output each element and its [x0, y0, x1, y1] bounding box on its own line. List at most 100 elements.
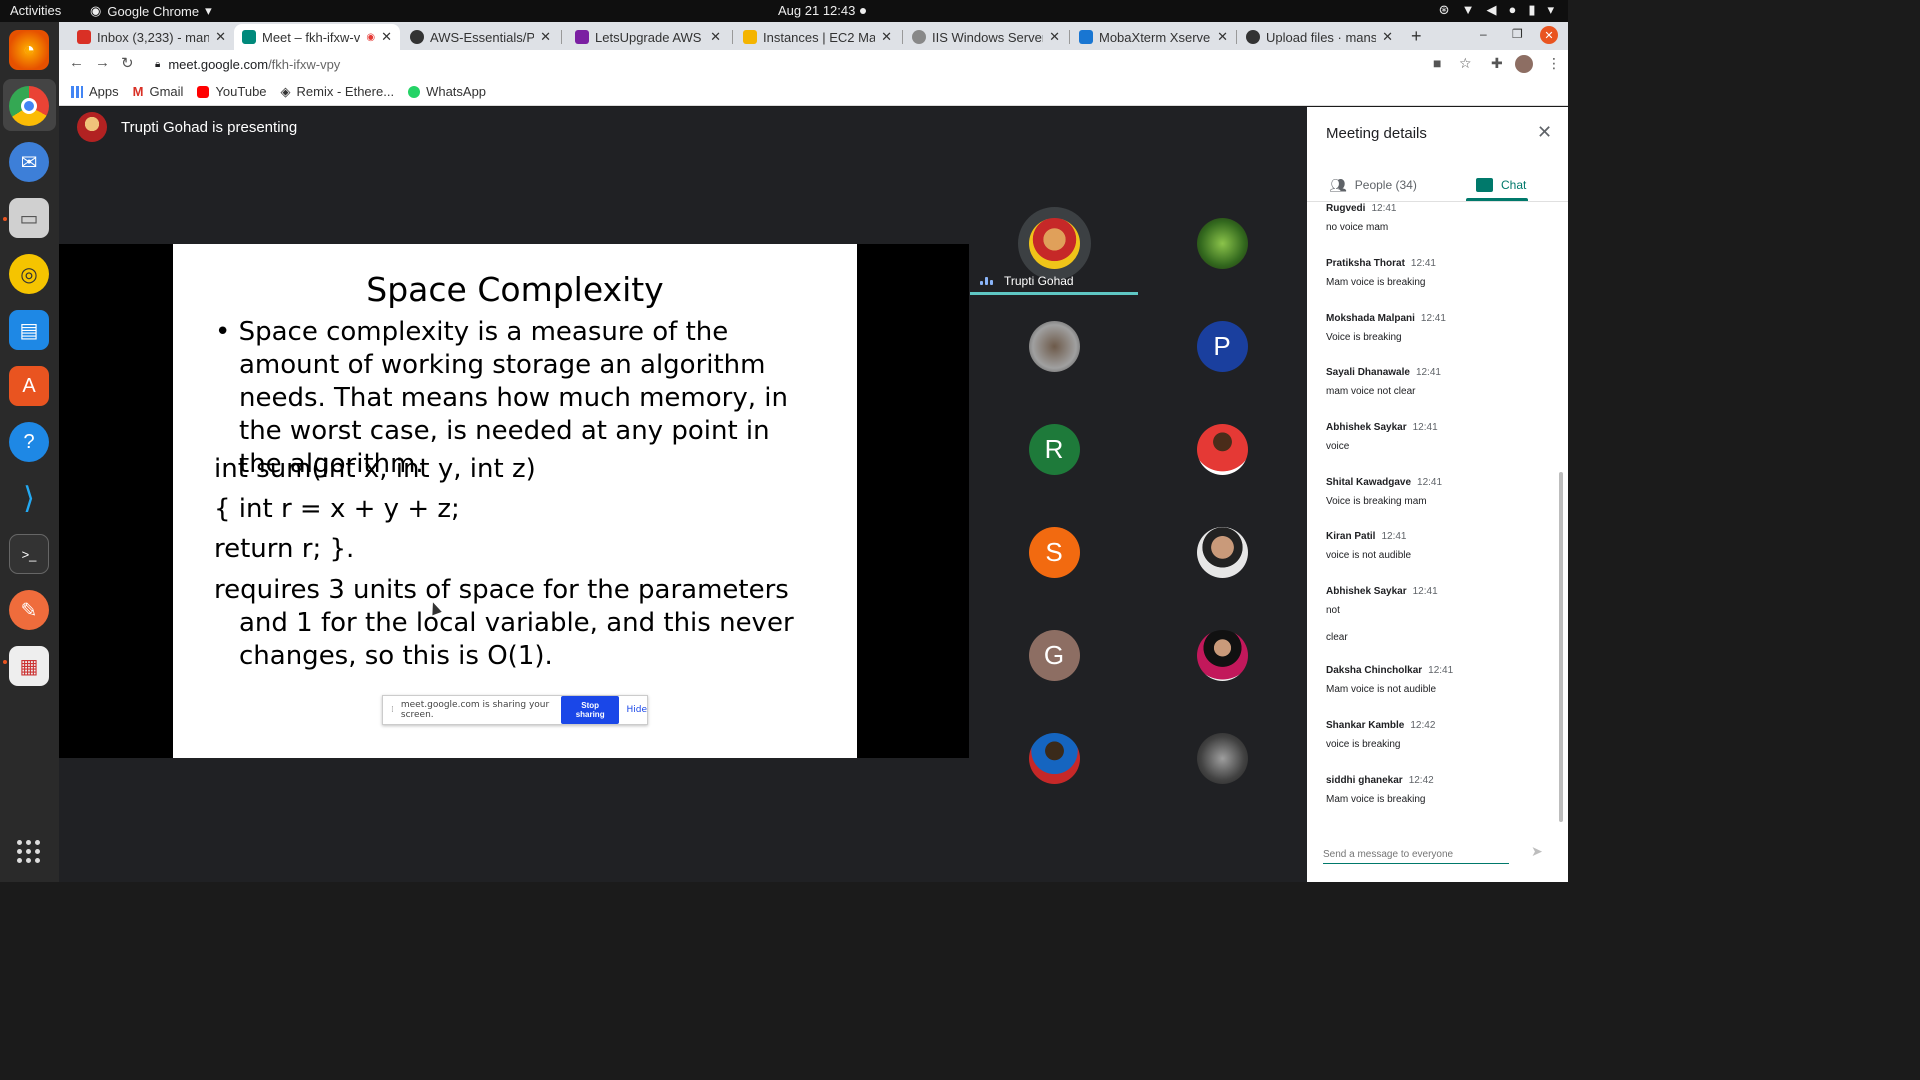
participant-avatar — [1196, 218, 1248, 269]
tab-letsupgrade[interactable]: LetsUpgrade AWS E ✕ — [567, 24, 729, 50]
participant-tile[interactable] — [1138, 604, 1306, 707]
bookmark-gmail[interactable]: M Gmail — [133, 84, 184, 99]
bookmark-youtube[interactable]: YouTube — [197, 84, 267, 99]
bookmark-star-icon[interactable]: ☆ — [1459, 55, 1472, 72]
tab-people[interactable]: 👥︎ People (34) — [1329, 170, 1417, 200]
people-tab-label: People (34) — [1354, 178, 1417, 192]
chat-message-input[interactable] — [1323, 849, 1509, 860]
vscode-icon[interactable]: ⟩ — [9, 478, 49, 518]
people-icon: 👥︎ — [1329, 176, 1347, 193]
participant-tile[interactable] — [970, 707, 1138, 810]
chat-message: Shital Kawadgave 12:41 Voice is breaking … — [1326, 477, 1556, 507]
close-window-icon[interactable]: ✕ — [1540, 26, 1558, 44]
forward-icon[interactable]: → — [95, 54, 110, 71]
close-panel-icon[interactable]: ✕ — [1537, 122, 1552, 143]
camera-icon[interactable]: ■ — [1433, 55, 1441, 71]
activities-button[interactable]: Activities — [10, 3, 61, 18]
tab-close-icon[interactable]: ✕ — [1049, 29, 1060, 45]
bookmark-whatsapp[interactable]: WhatsApp — [408, 84, 486, 99]
tab-close-icon[interactable]: ✕ — [1217, 29, 1228, 45]
participant-grid: Trupti Gohad P R S G — [970, 192, 1307, 810]
send-icon[interactable]: ➤ — [1531, 843, 1543, 860]
message-time: 12:41 — [1410, 258, 1436, 269]
participant-avatar — [1196, 527, 1248, 578]
tab-gmail[interactable]: Inbox (3,233) - mansi ✕ — [69, 24, 234, 50]
chat-scrollbar[interactable] — [1559, 472, 1563, 822]
system-tray[interactable]: ⊛ ▼ ◀ ● ▮ ▾ — [1439, 2, 1554, 18]
writer-icon[interactable]: ▤ — [9, 310, 49, 350]
tab-mobaxterm[interactable]: MobaXterm Xserver ✕ — [1071, 24, 1236, 50]
aws-box-icon — [743, 30, 757, 44]
tab-close-icon[interactable]: ✕ — [540, 29, 551, 45]
power-menu-icon[interactable]: ▾ — [1547, 2, 1554, 18]
chat-composer — [1323, 844, 1509, 864]
message-time: 12:41 — [1412, 422, 1438, 433]
participant-tile[interactable] — [1138, 192, 1306, 295]
message-text: Mam voice is breaking — [1326, 277, 1426, 288]
system-top-bar: Activities ◉ Google Chrome ▾ Aug 21 12:4… — [0, 0, 1568, 22]
restore-icon[interactable]: ❐ — [1512, 27, 1523, 41]
tab-close-icon[interactable]: ✕ — [1382, 29, 1393, 45]
firefox-icon[interactable]: ◔ — [9, 30, 49, 70]
clock[interactable]: Aug 21 12:43 — [778, 3, 855, 18]
participant-tile[interactable] — [1138, 501, 1306, 604]
participant-tile[interactable]: R — [970, 398, 1138, 501]
tab-iis[interactable]: IIS Windows Server ✕ — [904, 24, 1068, 50]
microphone-icon: ● — [1508, 2, 1517, 17]
accessibility-icon[interactable]: ⊛ — [1439, 2, 1450, 18]
bookmark-apps[interactable]: Apps — [71, 84, 119, 99]
tab-meet[interactable]: Meet – fkh-ifxw-v ◉ ✕ — [234, 24, 400, 50]
address-bar[interactable]: 🔒︎ meet.google.com/fkh-ifxw-vpy — [147, 52, 1419, 76]
back-icon[interactable]: ← — [69, 54, 84, 71]
drag-handle-icon[interactable]: ⁞ — [391, 705, 394, 715]
participant-tile[interactable] — [970, 295, 1138, 398]
tab-label: Inbox (3,233) - mansi — [97, 29, 210, 45]
speaking-indicator-icon — [980, 277, 993, 285]
apps-grid-icon — [71, 85, 83, 98]
extensions-icon[interactable]: ✚ — [1491, 55, 1503, 72]
profile-avatar[interactable] — [1515, 55, 1533, 73]
mobaxterm-icon — [1079, 30, 1093, 44]
app-menu[interactable]: ◉ Google Chrome ▾ — [90, 3, 212, 19]
participant-avatar — [1028, 733, 1080, 784]
reload-icon[interactable]: ↻ — [121, 54, 134, 72]
tab-upload-files[interactable]: Upload files · mansi0 ✕ — [1238, 24, 1401, 50]
message-text: mam voice not clear — [1326, 386, 1416, 397]
tab-chat[interactable]: Chat — [1476, 170, 1526, 200]
postman-icon[interactable]: ✎ — [9, 590, 49, 630]
new-tab-icon[interactable]: + — [1411, 26, 1422, 47]
help-icon[interactable]: ? — [9, 422, 49, 462]
terminal-icon[interactable]: >_ — [9, 534, 49, 574]
tab-close-icon[interactable]: ✕ — [215, 29, 226, 45]
software-icon[interactable]: A — [9, 366, 49, 406]
chrome-icon[interactable] — [9, 86, 49, 126]
participant-tile[interactable]: G — [970, 604, 1138, 707]
tab-ec2[interactable]: Instances | EC2 Mana ✕ — [735, 24, 900, 50]
tab-close-icon[interactable]: ✕ — [710, 29, 721, 45]
thunderbird-icon[interactable]: ✉ — [9, 142, 49, 182]
rhythmbox-icon[interactable]: ◎ — [9, 254, 49, 294]
participant-tile[interactable] — [1138, 707, 1306, 810]
bookmark-label: Apps — [89, 84, 119, 99]
participant-tile[interactable]: P — [1138, 295, 1306, 398]
more-menu-icon[interactable]: ⋮ — [1547, 55, 1561, 72]
tab-label: AWS-Essentials/Proj — [430, 29, 535, 45]
message-sender: siddhi ghanekar — [1326, 775, 1403, 786]
hide-button[interactable]: Hide — [626, 705, 647, 715]
bookmark-label: Gmail — [149, 84, 184, 99]
document-viewer-icon[interactable]: ▦ — [9, 646, 49, 686]
bookmark-remix[interactable]: ◈ Remix - Ethere... — [281, 84, 395, 100]
files-icon[interactable]: ▭ — [9, 198, 49, 238]
tab-label: LetsUpgrade AWS E — [595, 29, 705, 45]
minimize-icon[interactable]: – — [1480, 27, 1487, 41]
participant-tile[interactable] — [1138, 398, 1306, 501]
participant-tile[interactable]: Trupti Gohad — [970, 192, 1138, 295]
tab-close-icon[interactable]: ✕ — [881, 29, 892, 45]
stop-sharing-button[interactable]: Stop sharing — [560, 696, 620, 724]
app-name: Google Chrome — [107, 3, 200, 19]
participant-tile[interactable]: S — [970, 501, 1138, 604]
show-applications-icon[interactable] — [17, 840, 40, 863]
participant-avatar: R — [1028, 424, 1080, 475]
tab-close-icon[interactable]: ✕ — [381, 29, 392, 45]
tab-github-aws[interactable]: AWS-Essentials/Proj ✕ — [402, 24, 559, 50]
